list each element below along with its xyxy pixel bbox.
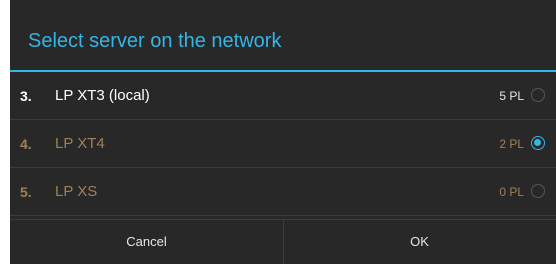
server-name: LP XT3 (local) bbox=[55, 87, 150, 104]
radio-button[interactable] bbox=[531, 88, 545, 102]
server-number: 4. bbox=[20, 136, 32, 152]
ok-button[interactable]: OK bbox=[283, 220, 556, 264]
dialog-button-bar: Cancel OK bbox=[10, 219, 556, 264]
server-item-lp-xs[interactable]: 5. LP XS 0 PL bbox=[10, 168, 556, 216]
player-count: 5 PL bbox=[499, 89, 524, 103]
dialog-title-bar: Select server on the network bbox=[10, 0, 556, 70]
radio-button[interactable] bbox=[531, 184, 545, 198]
server-select-dialog: Select server on the network 3. LP XT3 (… bbox=[10, 0, 556, 264]
player-count: 2 PL bbox=[499, 137, 524, 151]
server-list: 3. LP XT3 (local) 5 PL 4. LP XT4 2 PL 5.… bbox=[10, 72, 556, 216]
cancel-button[interactable]: Cancel bbox=[10, 220, 283, 264]
dialog-title: Select server on the network bbox=[28, 30, 282, 52]
server-name: LP XS bbox=[55, 183, 98, 200]
server-number: 3. bbox=[20, 88, 32, 104]
server-number: 5. bbox=[20, 184, 32, 200]
player-count: 0 PL bbox=[499, 185, 524, 199]
server-name: LP XT4 bbox=[55, 135, 105, 152]
radio-button-selected[interactable] bbox=[531, 136, 545, 150]
server-item-lp-xt4[interactable]: 4. LP XT4 2 PL bbox=[10, 120, 556, 168]
server-item-lp-xt3[interactable]: 3. LP XT3 (local) 5 PL bbox=[10, 72, 556, 120]
